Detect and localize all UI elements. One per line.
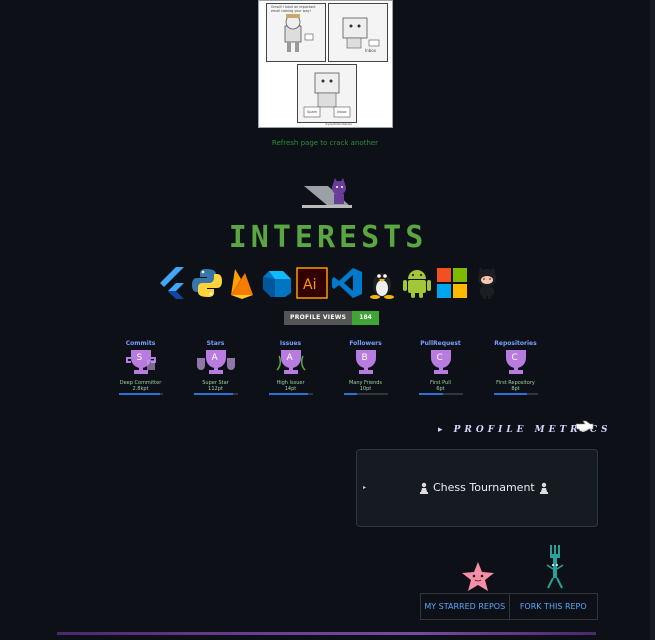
trophy-followers[interactable]: Followers B Many Friends 10pt [328,340,403,396]
chess-tournament-panel[interactable]: ▸ Chess Tournament [356,449,598,527]
profile-views-badge: PROFILE VIEWS 184 [284,311,379,325]
chess-expand-toggle[interactable]: ▸ [363,484,366,491]
linux-icon[interactable] [365,266,398,299]
pointing-hand-icon [574,417,594,433]
trophy-points: 14pt [284,386,297,392]
trophy-points: 8pt [511,386,520,392]
svg-text:Ai: Ai [303,277,316,293]
chess-pawn-icon [539,482,548,494]
trophy-cup-icon: A [196,350,235,374]
comic-label-inbox: Inbox [337,110,347,114]
trophy-progress [193,393,238,395]
trophy-progress [493,393,538,395]
trophy-category: PullRequest [420,340,461,347]
trophy-progress-fill [268,393,309,395]
trophy-progress-fill [343,393,357,395]
trophy-repositories[interactable]: Repositories C First Repository 8pt [478,340,553,396]
trophy-commits[interactable]: Commits S Deep Committer 2.8kpt [103,340,178,396]
trophy-progress [118,393,163,395]
comic-speech: Gmail! I have an important email coming … [271,5,316,13]
trophy-cup-icon: A [275,350,306,374]
trophy-points: 6pt [436,386,445,392]
trophy-rank: A [211,353,218,363]
dart-icon[interactable] [260,266,293,299]
profile-views-label: PROFILE VIEWS [284,311,353,325]
chess-pawn-icon [420,482,428,494]
trophy-rank: B [361,353,367,363]
illustrator-icon[interactable]: Ai [295,266,328,299]
android-icon[interactable] [400,266,433,299]
trophy-progress-fill [493,393,527,395]
repo-links-table: MY STARRED REPOS FORK THIS REPO [420,593,598,620]
profile-views-count: 184 [352,311,379,325]
comic-panel-3: Spam Inbox [297,64,357,123]
trophy-category: Followers [349,340,382,347]
trophy-cup-icon: B [355,350,376,374]
trophy-progress-fill [418,393,443,395]
trophy-points: 112pt [208,386,223,392]
trophy-progress [343,393,388,395]
fork-this-repo-link[interactable]: FORK THIS REPO [508,594,598,619]
trophy-category: Commits [125,340,156,347]
trophy-progress-fill [193,393,234,395]
python-icon[interactable] [190,266,223,299]
flutter-icon[interactable] [155,266,188,299]
interests-heading-text: INTERESTS [228,220,428,255]
starred-star-icon[interactable] [460,560,496,592]
trophy-cup-icon: C [430,350,451,374]
trophy-category: Issues [279,340,302,347]
fork-character-icon[interactable] [544,545,566,591]
github-icon[interactable] [470,266,503,299]
vscode-icon[interactable] [330,266,363,299]
trophy-progress [418,393,463,395]
chess-title-text: Chess Tournament [433,481,535,494]
page-scrollbar[interactable] [650,0,655,640]
trophy-rank: S [136,353,142,363]
trophy-rank: C [511,353,517,363]
comic-credit: /sysadminsdiaries [325,122,352,126]
trophy-issues[interactable]: Issues A High Issuer 14pt [253,340,328,396]
trophy-cup-icon: C [505,350,526,374]
trophy-points: 10pt [359,386,372,392]
trophy-category: Stars [206,340,225,347]
microsoft-icon[interactable] [435,266,468,299]
trophy-rank: A [286,353,293,363]
trophy-progress [268,393,313,395]
trophy-points: 2.8kpt [132,386,149,392]
trophy-pullrequest[interactable]: PullRequest C First Pull 6pt [403,340,478,396]
my-starred-repos-link[interactable]: MY STARRED REPOS [421,594,509,619]
trophy-progress-fill [118,393,161,395]
trophy-rank: C [436,353,442,363]
joke-comic: Gmail! I have an important email coming … [258,0,393,128]
interest-icons: Ai [155,266,503,302]
trophy-cup-icon: S [125,350,156,374]
comic-panel-2: Inbox [328,3,388,62]
firebase-icon[interactable] [225,266,258,299]
footer-divider [57,632,596,635]
trophy-category: Repositories [494,340,537,347]
refresh-caption: Refresh page to crack another [271,139,379,147]
chess-title: Chess Tournament [419,481,549,494]
comic-panel-1: Gmail! I have an important email coming … [266,3,326,62]
comic-label-spam: Spam [307,110,317,114]
interests-heading: INTERESTS [218,220,438,255]
github-trophies: Commits S Deep Committer 2.8kpt Stars A … [103,340,553,396]
laptop-cat-icon [298,176,358,212]
trophy-stars[interactable]: Stars A Super Star 112pt [178,340,253,396]
comic-label-inbox-top: Inbox [365,48,376,53]
